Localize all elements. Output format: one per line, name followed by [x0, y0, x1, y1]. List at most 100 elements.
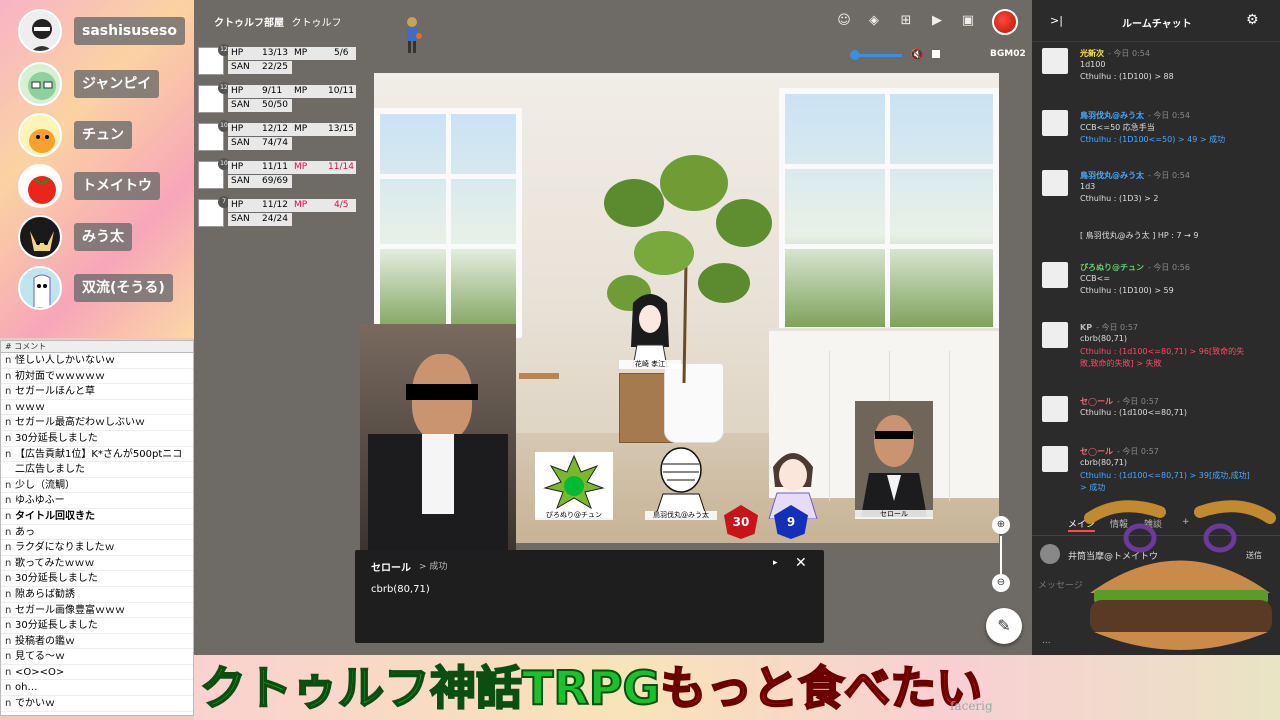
- chat-line: CCB<=50 応急手当: [1080, 123, 1155, 132]
- close-icon[interactable]: ✕: [795, 555, 807, 571]
- screen-icon[interactable]: ▣: [960, 13, 976, 29]
- character-status[interactable]: 7 HP 11/12 MP 4/5 SAN 24/24: [198, 196, 356, 228]
- stop-icon[interactable]: [932, 50, 940, 58]
- chat-avatar[interactable]: [1042, 322, 1068, 348]
- chat-avatar[interactable]: [1042, 170, 1068, 196]
- comment-text: 30分延長しました: [15, 620, 98, 632]
- comment-text: セガールほんと草: [15, 386, 95, 398]
- add-image-icon[interactable]: ⊞: [898, 13, 914, 29]
- more-options-icon[interactable]: ...: [1042, 636, 1051, 646]
- san-row: SAN 24/24: [228, 213, 292, 226]
- san-label: SAN: [231, 62, 250, 72]
- chat-avatar[interactable]: [1042, 48, 1068, 74]
- hp-value: 13/13: [262, 48, 288, 58]
- participant: みう太: [18, 215, 188, 259]
- chat-sender: セ◯ール - 今日 0:57: [1080, 446, 1159, 457]
- trpg-room: クトゥルフ部屋 クトゥルフ ☺ ◈ ⊞ ▶ ▣ KP 🔇 BGM02 12 HP…: [194, 0, 1032, 655]
- edit-pen-button[interactable]: ✎: [986, 608, 1022, 644]
- comment-id: n: [5, 417, 12, 429]
- chat-header: >| ルームチャット ⚙: [1032, 0, 1280, 42]
- comment-text: ゆふゆふー: [15, 495, 65, 507]
- mp-value: 5/6: [334, 48, 349, 58]
- comment-text: 30分延長しました: [15, 432, 98, 444]
- chat-avatar[interactable]: [1042, 446, 1068, 472]
- zoom-slider[interactable]: [1000, 536, 1002, 574]
- chat-line: Cthulhu : (1d100<=80,71) > 96[致命的失: [1080, 347, 1245, 356]
- character-status[interactable]: 12 HP 9/11 MP 10/11 SAN 50/50: [198, 82, 356, 114]
- mp-value: 4/5: [334, 200, 349, 210]
- comment-row: 二広告しました: [1, 462, 193, 478]
- comment-id: n: [5, 355, 12, 366]
- chat-sender: 鳥羽伐丸@みう太 - 今日 0:54: [1080, 110, 1190, 121]
- participant-name: チュン: [74, 121, 132, 149]
- window-right: [779, 88, 999, 333]
- volume-slider-knob[interactable]: [850, 50, 860, 60]
- mp-label: MP: [294, 162, 308, 172]
- bgm-name: BGM02: [990, 49, 1026, 59]
- participant-avatar: [18, 62, 62, 106]
- character-status[interactable]: 10 HP 12/12 MP 13/15 SAN 74/74: [198, 120, 356, 152]
- token-label: ぴろぬり@チュン: [535, 511, 613, 520]
- participant-name: sashisuseso: [74, 17, 185, 45]
- comment-row: n 隙あらば勧誘: [1, 587, 193, 603]
- video-icon[interactable]: ▶: [929, 13, 945, 29]
- comment-text: 少し（流鯛）: [15, 479, 75, 491]
- comment-list[interactable]: # コメント n 怪しい人しかいないｗ n 初対面でｗｗｗｗｗ n セガールほんと草 n ｗｗ…: [0, 340, 194, 716]
- banner-title-accent: もっと食べたい: [659, 660, 983, 716]
- chat-avatar[interactable]: [1042, 262, 1068, 288]
- character-token[interactable]: セロール: [855, 401, 933, 519]
- participant-name: ジャンピイ: [74, 70, 160, 98]
- chat-sender-name: セ◯ール: [1080, 447, 1113, 456]
- comment-row: n セガール最高だわｗしぶいｗ: [1, 415, 193, 431]
- character-token[interactable]: 鳥羽伐丸@みう太: [645, 440, 717, 520]
- facerig-logo: facerig: [950, 699, 993, 713]
- participant-name: 双流(そうる): [74, 274, 173, 302]
- hp-mp-row: HP 12/12 MP 13/15: [228, 123, 356, 136]
- mp-label: MP: [294, 124, 308, 134]
- comment-text: タイトル回収きた: [15, 510, 95, 522]
- comment-row: n 投稿者の鑑ｗ: [1, 634, 193, 650]
- mp-label: MP: [294, 48, 308, 58]
- next-icon[interactable]: ▸: [773, 558, 778, 568]
- comment-id: n: [5, 386, 12, 398]
- participant-avatar: [18, 164, 62, 208]
- zoom-out-icon[interactable]: ⊖: [992, 574, 1010, 592]
- chat-avatar[interactable]: [1042, 110, 1068, 136]
- chat-timestamp: - 今日 0:54: [1108, 49, 1150, 58]
- participant-name: みう太: [74, 223, 132, 251]
- san-row: SAN 50/50: [228, 99, 292, 112]
- character-status[interactable]: 12 HP 13/13 MP 5/6 SAN 22/25: [198, 44, 356, 76]
- chat-line: cbrb(80,71): [1080, 458, 1127, 467]
- speaker-avatar[interactable]: [1040, 544, 1060, 564]
- character-portrait: [360, 324, 516, 554]
- chat-avatar[interactable]: [1042, 396, 1068, 422]
- user-avatar-button[interactable]: [992, 9, 1018, 35]
- comment-text: 二広告しました: [15, 464, 85, 476]
- face-icon[interactable]: ☺: [836, 13, 852, 29]
- character-token[interactable]: ぴろぬり@チュン: [535, 452, 613, 520]
- comment-row: n あっ: [1, 525, 193, 541]
- mute-icon[interactable]: 🔇: [910, 48, 924, 61]
- chat-sender-name: セ◯ール: [1080, 397, 1113, 406]
- chat-timestamp: - 今日 0:56: [1148, 263, 1190, 272]
- message-input[interactable]: メッセージ: [1038, 578, 1083, 591]
- hp-value: 9/11: [262, 86, 283, 96]
- collapse-icon[interactable]: >|: [1050, 14, 1063, 27]
- layers-icon[interactable]: ◈: [866, 13, 882, 29]
- comment-row: n 怪しい人しかいないｗ: [1, 353, 193, 369]
- zoom-in-icon[interactable]: ⊕: [992, 516, 1010, 534]
- gear-icon[interactable]: ⚙: [1246, 12, 1259, 28]
- dice-result-popup: セロール > 成功 cbrb(80,71) ▸ ✕: [355, 550, 824, 643]
- mp-value: 11/14: [328, 162, 354, 172]
- comment-list-header: # コメント: [1, 341, 193, 353]
- character-status[interactable]: 10 HP 11/11 MP 11/14 SAN 69/69: [198, 158, 356, 190]
- kp-character-icon[interactable]: [402, 16, 422, 56]
- chat-sender: 鳥羽伐丸@みう太 - 今日 0:54: [1080, 170, 1190, 181]
- comment-row: n 30分延長しました: [1, 431, 193, 447]
- comment-row: n oh…: [1, 680, 193, 697]
- comment-id: n: [5, 542, 12, 554]
- chat-timestamp: - 今日 0:57: [1116, 447, 1159, 456]
- hp-mp-row: HP 11/11 MP 11/14: [228, 161, 356, 174]
- character-token[interactable]: 花崎 孝江: [619, 285, 681, 369]
- participant-avatar: [18, 215, 62, 259]
